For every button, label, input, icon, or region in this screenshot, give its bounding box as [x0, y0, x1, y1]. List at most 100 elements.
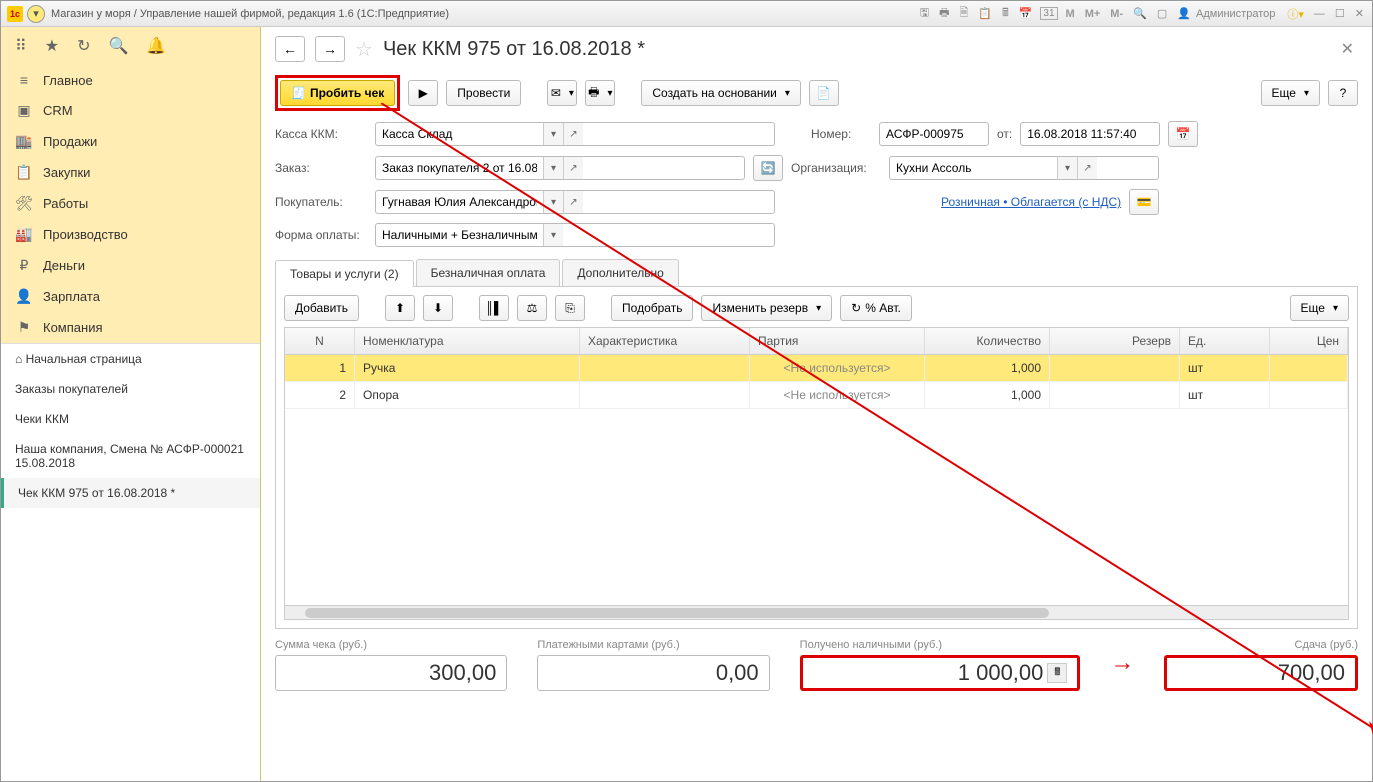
nav-works[interactable]: 🛠Работы [1, 188, 260, 219]
doc-icon[interactable]: 🗎 [958, 4, 971, 23]
orders-link[interactable]: Заказы покупателей [1, 374, 260, 404]
col-qty[interactable]: Количество [925, 328, 1050, 354]
cash-value[interactable]: 1 000,00🖩 [800, 655, 1081, 691]
punch-check-button[interactable]: 🧾Пробить чек [280, 80, 395, 106]
open-icon[interactable]: ↗ [1077, 157, 1097, 179]
calc-icon[interactable]: 🖩 [1000, 4, 1011, 23]
open-icon[interactable]: ↗ [563, 123, 583, 145]
buyer-label: Покупатель: [275, 195, 367, 209]
chevron-down-icon[interactable]: ▾ [543, 191, 563, 213]
open-icon[interactable]: ↗ [563, 157, 583, 179]
nav-company[interactable]: ⚑Компания [1, 312, 260, 343]
window-icon[interactable]: ▢ [1155, 7, 1169, 20]
minimize-icon[interactable]: — [1312, 8, 1327, 20]
col-n[interactable]: N [285, 328, 355, 354]
reserve-button[interactable]: Изменить резерв [701, 295, 832, 321]
calendar-button[interactable]: 📅 [1168, 121, 1198, 147]
table-row[interactable]: 2 Опора <Не используется> 1,000 шт [285, 382, 1348, 409]
report-button[interactable]: 📄 [809, 80, 839, 106]
back-button[interactable]: ← [275, 36, 305, 62]
nav-purchase[interactable]: 📋Закупки [1, 157, 260, 188]
nav-sales[interactable]: 🏬Продажи [1, 126, 260, 157]
kassa-input[interactable]: ▾↗ [375, 122, 775, 146]
move-down-button[interactable]: ⬇ [423, 295, 453, 321]
card-button[interactable]: 💳 [1129, 189, 1159, 215]
mplus-icon[interactable]: M+ [1083, 8, 1103, 20]
scale-button[interactable]: ⚖ [517, 295, 547, 321]
retail-link[interactable]: Розничная • Облагается (с НДС) [941, 195, 1121, 209]
move-up-button[interactable]: ⬆ [385, 295, 415, 321]
window-title: Магазин у моря / Управление нашей фирмой… [51, 8, 918, 20]
m-icon[interactable]: M [1064, 8, 1077, 20]
pick-button[interactable]: Подобрать [611, 295, 693, 321]
post-icon-button[interactable]: ▶ [408, 80, 438, 106]
search-icon[interactable]: 🔍 [108, 36, 128, 56]
help-button[interactable]: ? [1328, 80, 1358, 106]
print-icon[interactable]: 🖶 [937, 4, 951, 23]
current-doc-link[interactable]: Чек ККМ 975 от 16.08.2018 * [1, 478, 260, 508]
save-icon[interactable]: 🖫 [918, 4, 931, 23]
col-part[interactable]: Партия [750, 328, 925, 354]
open-icon[interactable]: ↗ [563, 191, 583, 213]
date-input[interactable] [1020, 122, 1160, 146]
nav-production[interactable]: 🏭Производство [1, 219, 260, 250]
star-icon[interactable]: ★ [45, 36, 59, 56]
col-nom[interactable]: Номенклатура [355, 328, 580, 354]
more-button[interactable]: Еще [1261, 80, 1320, 106]
order-input[interactable]: ▾↗ [375, 156, 745, 180]
maximize-icon[interactable]: ☐ [1333, 7, 1347, 20]
history-icon[interactable]: ↻ [77, 36, 90, 56]
table-more-button[interactable]: Еще [1290, 295, 1349, 321]
calc-button[interactable]: 🖩 [1047, 663, 1067, 683]
add-button[interactable]: Добавить [284, 295, 359, 321]
create-based-button[interactable]: Создать на основании [641, 80, 801, 106]
tab-goods[interactable]: Товары и услуги (2) [275, 260, 414, 287]
chevron-down-icon[interactable]: ▾ [543, 224, 563, 246]
number-input[interactable] [879, 122, 989, 146]
copy-button[interactable]: ⎘ [555, 295, 585, 321]
info-icon[interactable]: ⓘ▾ [1285, 6, 1306, 22]
favorite-icon[interactable]: ☆ [355, 37, 373, 62]
forward-button[interactable]: → [315, 36, 345, 62]
auto-button[interactable]: ↻ % Авт. [840, 295, 912, 321]
home-page[interactable]: ⌂ Начальная страница [1, 344, 260, 374]
post-button[interactable]: Провести [446, 80, 521, 106]
dropdown-icon[interactable]: ▾ [27, 5, 45, 23]
h-scrollbar[interactable] [285, 605, 1348, 619]
table-row[interactable]: 1 Ручка <Не используется> 1,000 шт [285, 355, 1348, 382]
tab-cashless[interactable]: Безналичная оплата [416, 259, 561, 286]
calendar2-icon[interactable]: 31 [1040, 7, 1057, 20]
col-res[interactable]: Резерв [1050, 328, 1180, 354]
nav-crm[interactable]: ▣CRM [1, 95, 260, 126]
chevron-down-icon[interactable]: ▾ [1057, 157, 1077, 179]
tab-extra[interactable]: Дополнительно [562, 259, 678, 286]
clipboard-icon[interactable]: 📋 [976, 7, 994, 20]
mminus-icon[interactable]: M- [1108, 8, 1125, 20]
checks-link[interactable]: Чеки ККМ [1, 404, 260, 434]
zoom-icon[interactable]: 🔍 [1131, 7, 1149, 20]
user-icon[interactable]: 👤 Администратор [1175, 7, 1279, 20]
close-icon[interactable]: ✕ [1353, 7, 1366, 20]
refresh-button[interactable]: 🔄 [753, 155, 783, 181]
scan-button[interactable]: ║▌ [479, 295, 509, 321]
bell-icon[interactable]: 🔔 [146, 36, 166, 56]
chevron-down-icon[interactable]: ▾ [543, 123, 563, 145]
org-label: Организация: [791, 161, 881, 175]
calendar-icon[interactable]: 📅 [1017, 7, 1035, 20]
shift-link[interactable]: Наша компания, Смена № АСФР-000021 15.08… [1, 434, 260, 478]
apps-icon[interactable]: ⠿ [15, 36, 27, 56]
org-input[interactable]: ▾↗ [889, 156, 1159, 180]
close-tab-icon[interactable]: ✕ [1337, 35, 1358, 63]
chevron-down-icon[interactable]: ▾ [543, 157, 563, 179]
buyer-input[interactable]: ▾↗ [375, 190, 775, 214]
nav-main[interactable]: ≡Главное [1, 65, 260, 95]
col-price[interactable]: Цен [1270, 328, 1348, 354]
nav-salary[interactable]: 👤Зарплата [1, 281, 260, 312]
cards-label: Платежными картами (руб.) [537, 639, 769, 651]
mail-button[interactable]: ✉ [547, 80, 577, 106]
col-char[interactable]: Характеристика [580, 328, 750, 354]
payform-input[interactable]: ▾ [375, 223, 775, 247]
col-ed[interactable]: Ед. [1180, 328, 1270, 354]
nav-money[interactable]: ₽Деньги [1, 250, 260, 281]
print-button[interactable]: 🖶 [585, 80, 615, 106]
